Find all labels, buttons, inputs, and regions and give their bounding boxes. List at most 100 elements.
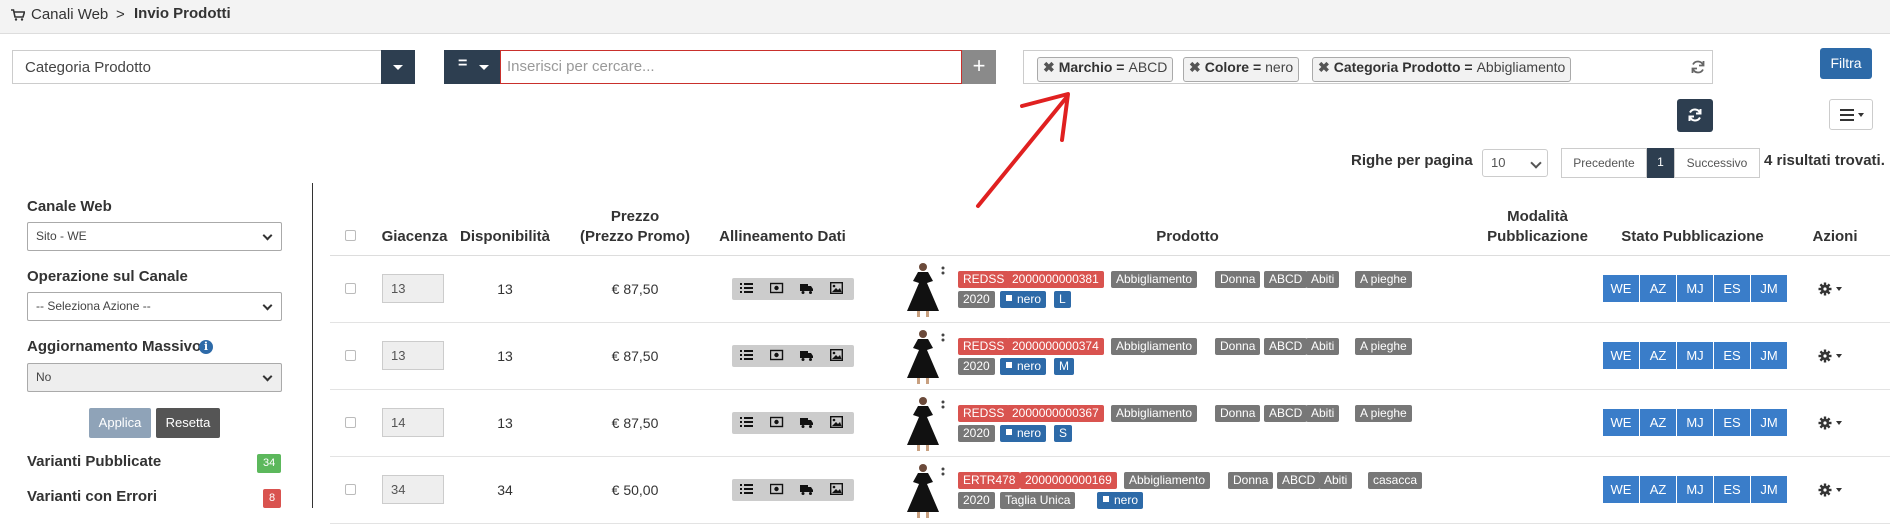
product-label: Donna — [1215, 271, 1261, 288]
gear-icon[interactable] — [1818, 281, 1848, 297]
giacenza-input[interactable]: 34 — [382, 475, 444, 504]
publish-az-button[interactable]: AZ — [1640, 409, 1676, 436]
money-icon[interactable] — [770, 416, 784, 429]
close-icon[interactable]: ✖ — [1189, 59, 1201, 75]
category-select[interactable]: Categoria Prodotto — [12, 50, 382, 84]
publish-we-button[interactable]: WE — [1603, 476, 1639, 503]
publish-es-button[interactable]: ES — [1714, 342, 1750, 369]
truck-icon[interactable] — [800, 483, 814, 496]
operation-select[interactable]: -- Seleziona Azione -- — [27, 292, 282, 321]
product-label: ERTR478 — [958, 472, 1021, 489]
publish-mj-button[interactable]: MJ — [1677, 476, 1713, 503]
giacenza-input[interactable]: 14 — [382, 408, 444, 437]
publish-az-button[interactable]: AZ — [1640, 342, 1676, 369]
rows-per-page-select[interactable]: 10 — [1482, 149, 1548, 177]
col-prodotto[interactable]: Prodotto — [1100, 228, 1275, 245]
operator-dropdown[interactable]: = — [444, 50, 500, 84]
mass-update-select[interactable]: No — [27, 363, 282, 392]
product-thumbnail[interactable] — [903, 261, 947, 317]
truck-icon[interactable] — [800, 349, 814, 362]
col-giacenza[interactable]: Giacenza — [377, 228, 452, 245]
row-checkbox[interactable] — [345, 484, 356, 495]
row-checkbox[interactable] — [345, 283, 356, 294]
truck-icon[interactable] — [800, 282, 814, 295]
reset-button[interactable]: Resetta — [156, 408, 220, 438]
publish-mj-button[interactable]: MJ — [1677, 409, 1713, 436]
list-icon[interactable] — [740, 349, 754, 362]
filter-tag-colore[interactable]: ✖ Colore = nero — [1183, 57, 1300, 82]
info-icon[interactable]: i — [199, 340, 213, 354]
col-stato[interactable]: Stato Pubblicazione — [1610, 228, 1775, 245]
breadcrumb-canali-web[interactable]: Canali Web — [31, 6, 108, 23]
gear-icon[interactable] — [1818, 348, 1848, 364]
add-filter-button[interactable]: + — [962, 50, 996, 84]
publish-jm-button[interactable]: JM — [1751, 409, 1787, 436]
image-icon[interactable] — [830, 282, 844, 295]
product-thumbnail[interactable] — [903, 395, 947, 451]
product-label: REDSS — [958, 405, 1010, 422]
product-label: 2000000000367 — [1007, 405, 1104, 422]
close-icon[interactable]: ✖ — [1318, 59, 1330, 75]
col-disponibilita[interactable]: Disponibilità — [455, 228, 555, 245]
publish-es-button[interactable]: ES — [1714, 275, 1750, 302]
publish-we-button[interactable]: WE — [1603, 275, 1639, 302]
money-icon[interactable] — [770, 349, 784, 362]
truck-icon[interactable] — [800, 416, 814, 429]
disponibilita-value: 13 — [497, 415, 513, 431]
product-label: L — [1054, 291, 1071, 308]
pagination-prev[interactable]: Precedente — [1561, 148, 1647, 178]
row-checkbox[interactable] — [345, 350, 356, 361]
publish-jm-button[interactable]: JM — [1751, 476, 1787, 503]
publish-mj-button[interactable]: MJ — [1677, 342, 1713, 369]
publish-es-button[interactable]: ES — [1714, 409, 1750, 436]
caret-down-icon — [393, 65, 403, 70]
col-modalita[interactable]: Modalità — [1470, 208, 1605, 225]
publish-az-button[interactable]: AZ — [1640, 275, 1676, 302]
money-icon[interactable] — [770, 282, 784, 295]
publish-mj-button[interactable]: MJ — [1677, 275, 1713, 302]
giacenza-input[interactable]: 13 — [382, 274, 444, 303]
product-label: Abiti — [1306, 271, 1340, 288]
list-icon[interactable] — [740, 483, 754, 496]
gear-icon[interactable] — [1818, 482, 1848, 498]
gear-icon[interactable] — [1818, 415, 1848, 431]
pagination-next[interactable]: Successivo — [1674, 148, 1760, 178]
published-count-badge: 34 — [257, 454, 282, 473]
product-label: Donna — [1215, 338, 1261, 355]
refresh-button[interactable] — [1677, 99, 1713, 132]
pagination-page-1[interactable]: 1 — [1647, 148, 1674, 178]
columns-menu-button[interactable] — [1829, 99, 1873, 130]
category-dropdown-button[interactable] — [381, 50, 415, 84]
publish-es-button[interactable]: ES — [1714, 476, 1750, 503]
product-label: Abbigliamento — [1111, 338, 1198, 355]
filter-tag-categoria[interactable]: ✖ Categoria Prodotto = Abbigliamento — [1312, 57, 1572, 82]
publish-we-button[interactable]: WE — [1603, 409, 1639, 436]
refresh-icon[interactable] — [1690, 59, 1706, 75]
channel-select[interactable]: Sito - WE — [27, 222, 282, 251]
filter-button[interactable]: Filtra — [1820, 48, 1872, 79]
image-icon[interactable] — [830, 416, 844, 429]
publish-we-button[interactable]: WE — [1603, 342, 1639, 369]
publish-jm-button[interactable]: JM — [1751, 275, 1787, 302]
close-icon[interactable]: ✖ — [1043, 59, 1055, 75]
filter-tag-marchio[interactable]: ✖ Marchio = ABCD — [1037, 57, 1174, 82]
list-icon[interactable] — [740, 282, 754, 295]
select-all-checkbox[interactable] — [345, 230, 356, 241]
color-swatch-icon — [1102, 495, 1110, 503]
image-icon[interactable] — [830, 349, 844, 362]
col-allineamento[interactable]: Allineamento Dati — [705, 228, 860, 245]
row-checkbox[interactable] — [345, 417, 356, 428]
publish-jm-button[interactable]: JM — [1751, 342, 1787, 369]
image-icon[interactable] — [830, 483, 844, 496]
search-input[interactable]: Inserisci per cercare... — [500, 50, 962, 84]
product-thumbnail[interactable] — [903, 328, 947, 384]
apply-button[interactable]: Applica — [89, 408, 151, 438]
col-prezzo[interactable]: Prezzo — [570, 208, 700, 225]
alignment-icons — [732, 278, 854, 300]
giacenza-input[interactable]: 13 — [382, 341, 444, 370]
publish-az-button[interactable]: AZ — [1640, 476, 1676, 503]
money-icon[interactable] — [770, 483, 784, 496]
list-icon[interactable] — [740, 416, 754, 429]
product-thumbnail[interactable] — [903, 462, 947, 518]
product-label: 2000000000374 — [1007, 338, 1104, 355]
